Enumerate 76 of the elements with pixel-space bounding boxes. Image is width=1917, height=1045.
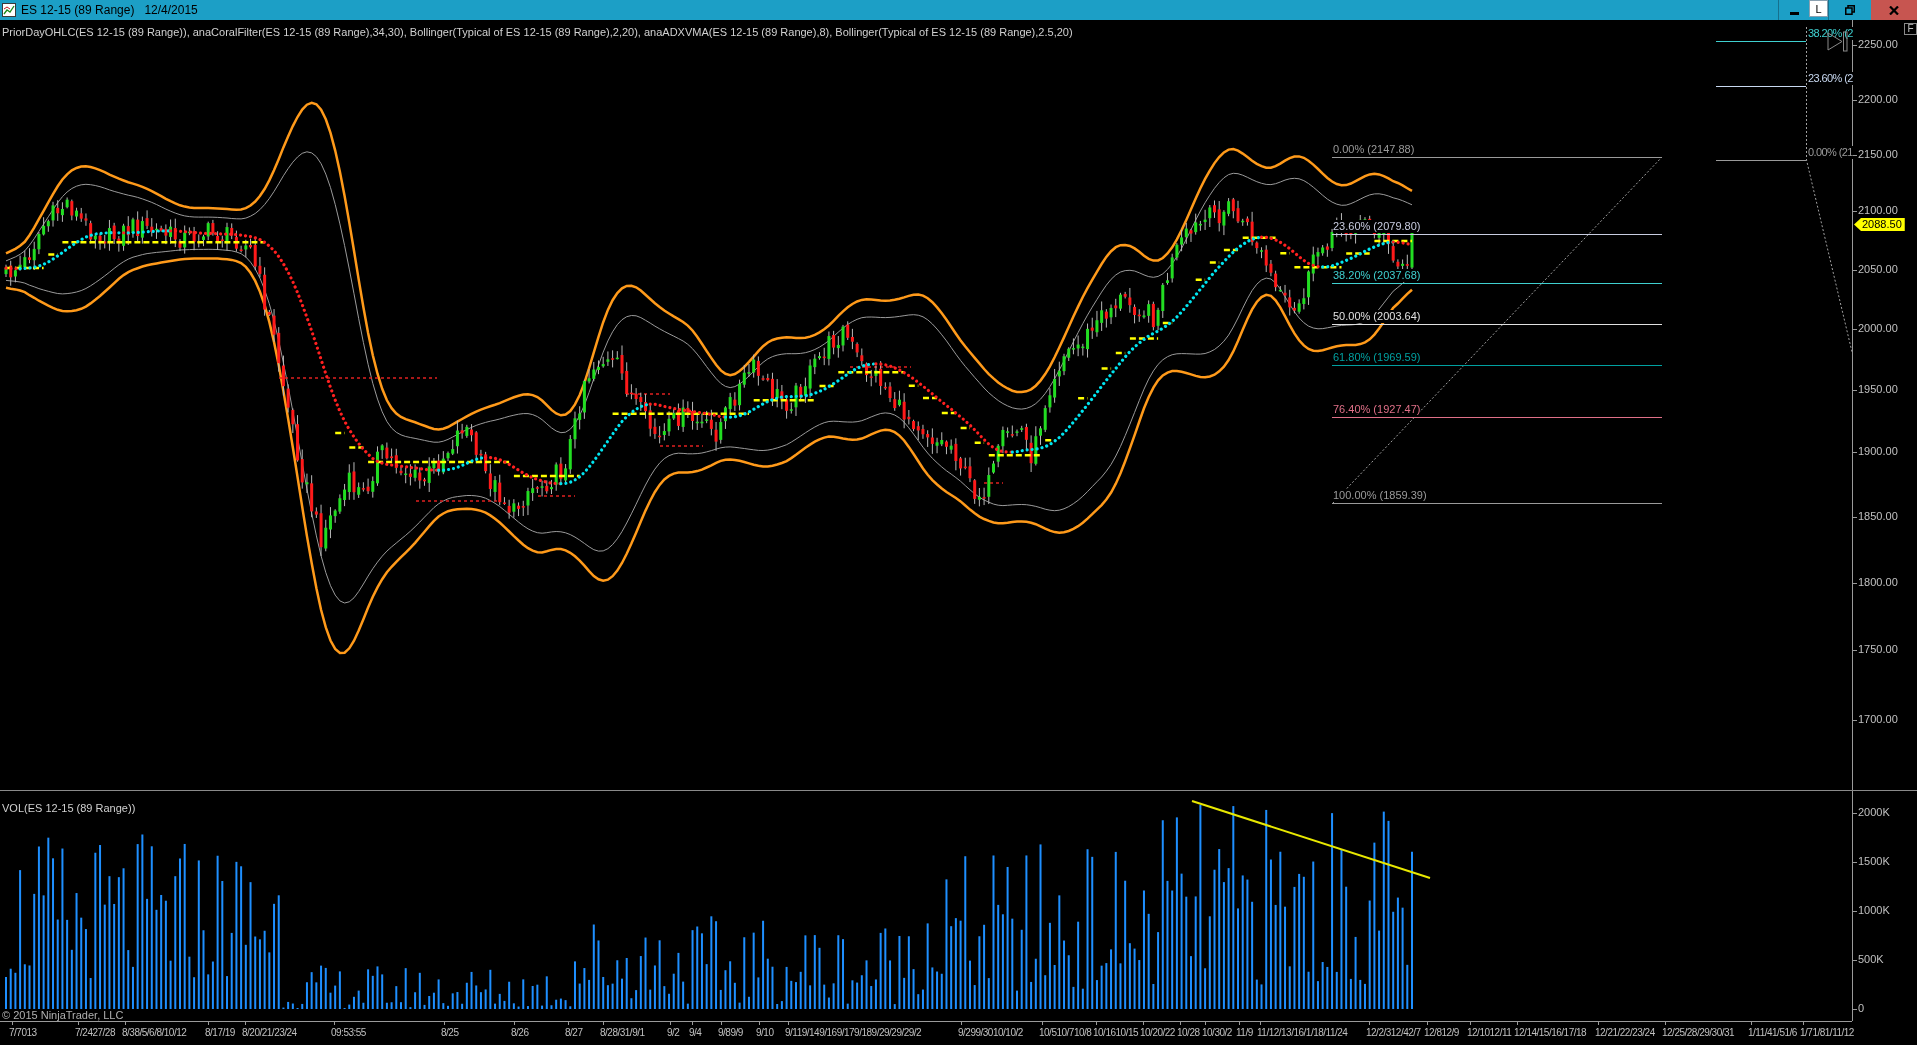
time-axis-label: 7/2427/28 <box>75 1026 115 1039</box>
fib-level-label: 23.60% (2 <box>1808 72 1853 85</box>
prior-day-level-line <box>625 393 671 395</box>
window-title: ES 12-15 (89 Range) <box>21 2 135 19</box>
fib-level-label: 76.40% (1927.47) <box>1333 403 1421 416</box>
time-axis-label: 10/1610/15 <box>1093 1026 1139 1039</box>
price-axis-label: 1900.00 <box>1858 445 1898 458</box>
time-axis-label: 1/11/41/51/6 <box>1748 1026 1797 1039</box>
time-axis-label: 8/17/19 <box>205 1026 235 1039</box>
time-axis-label: 8/25 <box>441 1026 459 1039</box>
time-axis-label: 9/89/9 <box>718 1026 743 1039</box>
time-axis-label: 8/38/5/6/8/10/12 <box>122 1026 187 1039</box>
volume-axis-label: 1000K <box>1858 904 1890 917</box>
restore-icon <box>1845 5 1855 15</box>
time-axis-label: 12/2/312/42/7 <box>1366 1026 1421 1039</box>
time-axis-label: 11/9 <box>1236 1026 1253 1039</box>
price-axis-label: 1950.00 <box>1858 383 1898 396</box>
fib-level-label: 100.00% (1859.39) <box>1333 489 1427 502</box>
price-axis-label: 2000.00 <box>1858 322 1898 335</box>
fib-level-label: 0.00% (2147.88) <box>1333 143 1415 156</box>
fib-level-label: 0.00% (21 <box>1808 146 1853 159</box>
indicator-legend: PriorDayOHLC(ES 12-15 (89 Range)), anaCoralFilter(ES 12-15 (89 Range),34,30), Bollinger(Typical of ES 12-15 (89 Range),2,20), anaADXVMA(ES 12-15 (89 Range),8), Bollinger(Typical of ES 12-15 (89 Range),2.5,20) <box>2 26 1073 39</box>
time-axis-label: 9/4 <box>689 1026 702 1039</box>
close-icon <box>1889 5 1899 15</box>
time-axis-label: 10/20/22 <box>1140 1026 1175 1039</box>
time-axis-label: 12/14/15/16/17/18 <box>1514 1026 1587 1039</box>
time-axis-label: 9/10 <box>756 1026 774 1039</box>
prior-day-level-line <box>983 482 1004 484</box>
l-button[interactable]: L <box>1809 0 1828 17</box>
time-axis-label: 8/28/31/9/1 <box>600 1026 645 1039</box>
price-axis-label: 2150.00 <box>1858 148 1898 161</box>
prior-day-level-line <box>849 366 912 368</box>
time-axis-label: 1/71/81/11/12 <box>1800 1026 1854 1039</box>
fib-level-label: 23.60% (2079.80) <box>1333 220 1421 233</box>
close-button[interactable] <box>1871 0 1917 20</box>
time-axis-label: 9/299/3010/10/2 <box>958 1026 1023 1039</box>
last-price-tag: 2088.50 <box>1854 218 1905 231</box>
prior-day-level-line <box>537 495 576 497</box>
window-date: 12/4/2015 <box>144 2 198 19</box>
time-axis-label: 9/2 <box>667 1026 680 1039</box>
volume-pane-label: VOL(ES 12-15 (89 Range)) <box>2 802 136 815</box>
price-axis-label: 2200.00 <box>1858 93 1898 106</box>
prior-day-level-line <box>659 445 704 447</box>
time-axis-label: 7/7013 <box>9 1026 37 1039</box>
price-axis-label: 1850.00 <box>1858 510 1898 523</box>
price-axis-label: 1750.00 <box>1858 643 1898 656</box>
time-axis-label: 8/20/21/23/24 <box>242 1026 297 1039</box>
fib-level-label: 50.00% (2003.64) <box>1333 310 1421 323</box>
time-axis-label: 10/510/710/8 <box>1039 1026 1092 1039</box>
time-axis-label: 8/27 <box>565 1026 583 1039</box>
time-axis-label: 10/28 <box>1177 1026 1200 1039</box>
price-axis-label: 1800.00 <box>1858 576 1898 589</box>
price-axis-label: 1700.00 <box>1858 713 1898 726</box>
fib-level-label: 38.20% (2 <box>1808 27 1853 40</box>
time-axis-label: 12/812/9 <box>1424 1026 1459 1039</box>
chart-app-icon <box>2 3 16 17</box>
fib-level-label: 61.80% (1969.59) <box>1333 351 1421 364</box>
time-axis-label: 11/12/13/16/1/18/11/24 <box>1257 1026 1348 1039</box>
volume-axis-label: 0 <box>1858 1002 1865 1015</box>
fib-level-label: 38.20% (2037.68) <box>1333 269 1421 282</box>
minimize-icon <box>1789 11 1799 15</box>
time-axis-label: 12/1012/11 <box>1467 1026 1512 1039</box>
price-axis-label: 2250.00 <box>1858 38 1898 51</box>
price-axis-label: 2050.00 <box>1858 263 1898 276</box>
price-axis-label: 2100.00 <box>1858 204 1898 217</box>
volume-axis-label: 1500K <box>1858 855 1890 868</box>
volume-axis-label: 500K <box>1858 953 1884 966</box>
copyright-text: © 2015 NinjaTrader, LLC <box>2 1009 124 1021</box>
time-axis-label: 10/30/2 <box>1202 1026 1232 1039</box>
time-axis-label: 12/21/22/23/24 <box>1595 1026 1655 1039</box>
time-axis-label: 9/119/149/169/179/189/29/29/29/2 <box>785 1026 922 1039</box>
time-axis-label: 09:53:55 <box>331 1026 366 1039</box>
time-axis-label: 8/26 <box>511 1026 529 1039</box>
time-axis-label: 12/25/28/29/30/31 <box>1662 1026 1735 1039</box>
f-button[interactable]: F <box>1904 23 1917 35</box>
volume-axis-label: 2000K <box>1858 806 1890 819</box>
